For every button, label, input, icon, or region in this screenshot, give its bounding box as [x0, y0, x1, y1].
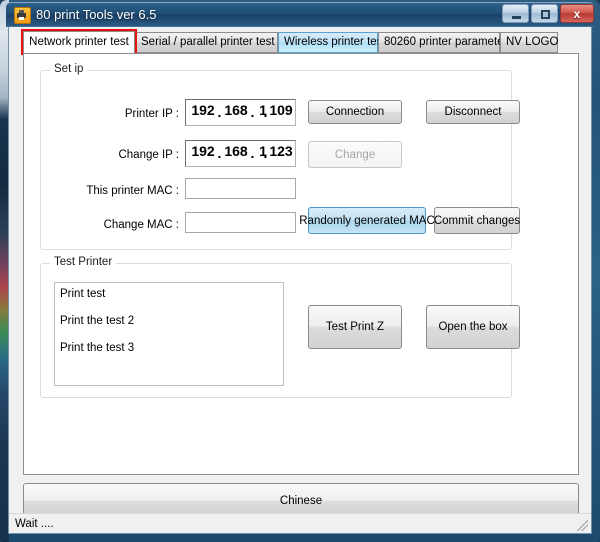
test-print-z-button[interactable]: Test Print Z	[308, 305, 402, 349]
client-area: Network printer test Serial / parallel p…	[8, 27, 592, 534]
tab-serial-parallel-printer-test[interactable]: Serial / parallel printer test	[135, 32, 278, 53]
tab-80260-printer-parameters[interactable]: 80260 printer parameters	[378, 32, 513, 53]
change-mac-input[interactable]	[185, 212, 296, 233]
tab-nv-logo[interactable]: NV LOGO	[500, 32, 558, 53]
maximize-icon	[541, 10, 550, 19]
change-ip-dot-1: .	[217, 145, 222, 161]
title-bar[interactable]: 80 print Tools ver 6.5 x	[6, 2, 594, 27]
printer-ip-input[interactable]: 192 . 168 . 1 . 109	[185, 99, 296, 126]
tab-network-printer-test[interactable]: Network printer test	[23, 31, 135, 54]
tab-strip: Network printer test Serial / parallel p…	[23, 31, 579, 54]
resize-grip-icon[interactable]	[577, 520, 588, 531]
commit-changes-button[interactable]: Commit changes	[434, 207, 520, 234]
tab-page-network-printer-test: Set ip Printer IP : 192 . 168 . 1 . 109 …	[23, 53, 579, 475]
change-ip-input[interactable]: 192 . 168 . 1 . 123	[185, 140, 296, 167]
test-printer-list[interactable]: Print test Print the test 2 Print the te…	[54, 282, 284, 386]
close-button[interactable]: x	[560, 4, 594, 23]
printer-icon	[14, 7, 31, 24]
randomly-generated-mac-button[interactable]: Randomly generated MAC	[299, 207, 435, 234]
group-set-ip: Set ip Printer IP : 192 . 168 . 1 . 109 …	[40, 63, 520, 250]
change-mac-label: Change MAC :	[103, 219, 179, 231]
list-item[interactable]: Print the test 2	[55, 304, 283, 331]
change-button[interactable]: Change	[308, 141, 402, 168]
minimize-button[interactable]	[502, 4, 529, 23]
list-item[interactable]: Print the test 3	[55, 331, 283, 358]
connection-button[interactable]: Connection	[308, 100, 402, 124]
list-item[interactable]: Print test	[55, 283, 283, 304]
printer-ip-dot-2: .	[250, 104, 255, 120]
status-bar: Wait ....	[9, 513, 591, 533]
this-printer-mac-label: This printer MAC :	[86, 185, 179, 197]
this-printer-mac-input[interactable]	[185, 178, 296, 199]
open-the-box-button[interactable]: Open the box	[426, 305, 520, 349]
printer-ip-octet-2[interactable]: 168	[223, 100, 249, 125]
tab-wireless-printer-test[interactable]: Wireless printer test	[278, 32, 386, 53]
maximize-button[interactable]	[531, 4, 558, 23]
change-ip-octet-4[interactable]: 123	[268, 141, 294, 166]
change-ip-label: Change IP :	[118, 149, 179, 161]
window-title: 80 print Tools ver 6.5	[36, 7, 157, 22]
disconnect-button[interactable]: Disconnect	[426, 100, 520, 124]
change-ip-octet-1[interactable]: 192	[190, 141, 216, 166]
printer-ip-octet-1[interactable]: 192	[190, 100, 216, 125]
printer-ip-label: Printer IP :	[124, 108, 179, 120]
change-ip-dot-2: .	[250, 145, 255, 161]
change-ip-octet-2[interactable]: 168	[223, 141, 249, 166]
printer-ip-dot-1: .	[217, 104, 222, 120]
printer-ip-octet-4[interactable]: 109	[268, 100, 294, 125]
application-window: 80 print Tools ver 6.5 x Network printer…	[0, 0, 600, 542]
minimize-icon	[512, 16, 521, 19]
close-icon: x	[573, 7, 581, 21]
status-text: Wait ....	[15, 518, 54, 530]
group-set-ip-title: Set ip	[50, 63, 88, 75]
group-test-printer-title: Test Printer	[50, 256, 117, 268]
